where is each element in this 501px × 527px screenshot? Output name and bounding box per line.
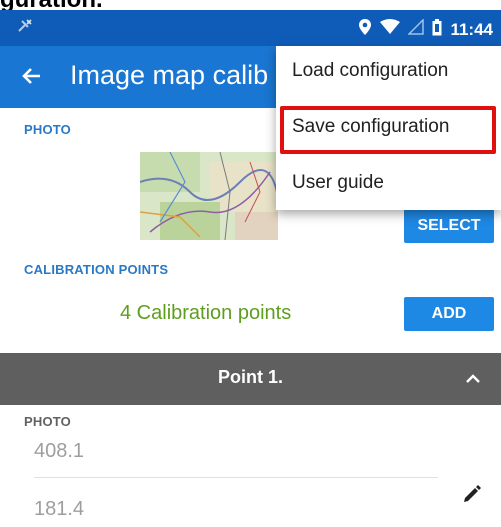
add-button[interactable]: ADD	[404, 297, 494, 331]
point-photo-label: PHOTO	[24, 414, 71, 429]
top-caption: guration.	[0, 0, 103, 13]
chevron-up-icon[interactable]	[465, 365, 481, 392]
point-panel-title: Point 1.	[217, 367, 283, 387]
pencil-icon[interactable]	[460, 482, 484, 506]
photo-section-label: PHOTO	[24, 122, 71, 137]
menu-item-label: User guide	[292, 172, 384, 193]
select-button[interactable]: SELECT	[404, 209, 494, 243]
menu-item-user-guide[interactable]: User guide	[276, 158, 501, 208]
x-field-underline	[34, 477, 438, 478]
location-icon	[358, 18, 372, 41]
signal-icon	[407, 18, 425, 40]
status-time: 11:44	[450, 19, 493, 39]
calibration-points-section-label: CALIBRATION POINTS	[24, 262, 169, 277]
page-title: Image map calib	[70, 60, 269, 90]
x-coordinate-field[interactable]: 408.1	[34, 440, 84, 463]
satellite-off-icon	[16, 17, 34, 40]
wifi-icon	[380, 19, 401, 40]
menu-item-load-configuration[interactable]: Load configuration	[276, 46, 501, 96]
highlight-box	[280, 106, 496, 154]
point-panel-header[interactable]: Point 1.	[0, 353, 501, 405]
calibration-points-count: 4 Calibration points	[120, 302, 292, 324]
back-arrow-icon[interactable]	[20, 58, 44, 96]
battery-icon	[432, 18, 442, 41]
photo-thumbnail[interactable]	[140, 152, 278, 240]
menu-item-label: Load configuration	[292, 60, 449, 81]
status-bar: 11:44	[0, 10, 501, 46]
y-coordinate-field[interactable]: 181.4	[34, 498, 84, 521]
